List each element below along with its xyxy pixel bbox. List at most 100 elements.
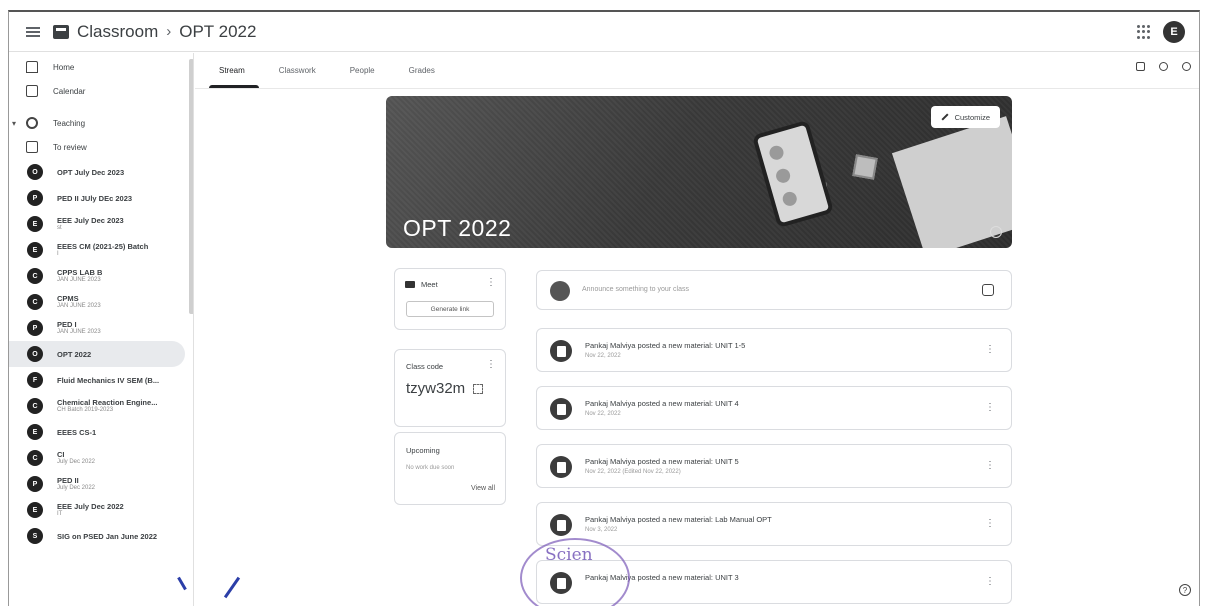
account-avatar[interactable]: E — [1163, 21, 1185, 43]
class-name: CPMS — [57, 293, 79, 303]
more-vert-icon[interactable]: ⋮ — [985, 518, 995, 529]
sidebar-class-item[interactable]: C Chemical Reaction Engine... CH Batch 20… — [9, 393, 193, 419]
class-avatar: E — [27, 216, 43, 232]
class-subtitle: July Dec 2022 — [57, 458, 96, 465]
sidebar-class-item[interactable]: E EEES CS-1 — [9, 419, 193, 445]
class-subtitle: st — [57, 224, 62, 231]
fullscreen-icon[interactable] — [473, 383, 484, 394]
classroom-logo-icon[interactable] — [53, 24, 69, 39]
class-avatar: C — [27, 294, 43, 310]
sidebar-class-item[interactable]: E EEE July Dec 2023st — [9, 211, 193, 237]
more-vert-icon[interactable]: ⋮ — [985, 344, 995, 355]
post-title[interactable]: Pankaj Malviya posted a new material: UN… — [585, 341, 745, 350]
tab-people[interactable]: People — [340, 58, 385, 88]
sidebar-class-item[interactable]: C CI July Dec 2022 — [9, 445, 193, 471]
generate-link-button[interactable]: Generate link — [406, 301, 494, 317]
class-name: PED II JUly DEc 2023 — [57, 193, 133, 203]
calendar-icon — [26, 85, 38, 97]
sidebar-item-label: Home — [53, 62, 75, 72]
calendar-icon[interactable] — [1136, 62, 1145, 71]
breadcrumb-app[interactable]: Classroom — [77, 22, 158, 42]
class-avatar: C — [27, 268, 43, 284]
meet-card: Meet ⋮ Generate link — [394, 268, 506, 330]
video-camera-icon — [405, 281, 415, 288]
material-icon — [550, 456, 572, 478]
stream-post[interactable]: Pankaj Malviya posted a new material: La… — [536, 502, 1012, 546]
announce-box[interactable]: Announce something to your class — [536, 270, 1012, 310]
class-name: Fluid Mechanics IV SEM (B... — [57, 375, 160, 385]
post-date: Nov 22, 2022 — [585, 353, 621, 359]
meet-label: Meet — [421, 280, 438, 289]
breadcrumb-class: OPT 2022 — [179, 21, 257, 41]
sidebar-item-calendar[interactable]: Calendar — [9, 79, 193, 103]
upcoming-title: Upcoming — [406, 446, 440, 455]
tab-grades[interactable]: Grades — [399, 58, 445, 88]
sidebar-item-teaching[interactable]: ▾ Teaching — [9, 111, 193, 135]
help-icon[interactable]: ? — [1179, 584, 1191, 596]
tab-stream[interactable]: Stream — [209, 58, 259, 88]
class-avatar: P — [27, 476, 43, 492]
post-title[interactable]: Pankaj Malviya posted a new material: La… — [585, 515, 772, 524]
post-date: Nov 22, 2022 — [585, 411, 621, 417]
sidebar-item-label: To review — [53, 142, 87, 152]
sidebar: Home Calendar ▾ Teaching To review O OPT… — [9, 53, 194, 606]
stream-post[interactable]: Pankaj Malviya posted a new material: UN… — [536, 328, 1012, 372]
class-name: PED II — [57, 475, 79, 485]
class-avatar: S — [27, 528, 43, 544]
post-title[interactable]: Pankaj Malviya posted a new material: UN… — [585, 457, 739, 466]
ink-stamp-text: Scien — [545, 545, 593, 565]
view-all-link[interactable]: View all — [471, 485, 495, 492]
class-subtitle: JAN JUNE 2023 — [57, 328, 101, 335]
class-tabs: Stream Classwork People Grades — [209, 58, 459, 88]
chevron-down-icon[interactable]: ▾ — [12, 119, 16, 128]
customize-label: Customize — [954, 112, 990, 122]
tab-classwork[interactable]: Classwork — [269, 58, 326, 88]
class-avatar: P — [27, 190, 43, 206]
sidebar-class-item[interactable]: P PED II JUly DEc 2023 — [9, 185, 193, 211]
sidebar-class-item[interactable]: E EEES CM (2021-25) Batch I — [9, 237, 193, 263]
main-menu-icon[interactable] — [26, 26, 40, 37]
class-name: SIG on PSED Jan June 2022 — [57, 531, 158, 541]
class-name: EEE July Dec 2023 — [57, 215, 124, 225]
sidebar-item-home[interactable]: Home — [9, 55, 193, 79]
customize-button[interactable]: Customize — [930, 106, 1000, 128]
banner-illustration-phone — [751, 119, 835, 229]
sidebar-item-label: Calendar — [53, 86, 86, 96]
stream-post[interactable]: Pankaj Malviya posted a new material: UN… — [536, 386, 1012, 430]
class-banner: OPT 2022 Customize — [386, 96, 1012, 248]
google-apps-icon[interactable] — [1137, 25, 1151, 39]
drive-folder-icon[interactable] — [1159, 62, 1168, 71]
more-vert-icon[interactable]: ⋮ — [486, 277, 496, 288]
sidebar-class-item[interactable]: F Fluid Mechanics IV SEM (B... — [9, 367, 193, 393]
banner-illustration-photo — [852, 154, 878, 180]
announce-placeholder[interactable]: Announce something to your class — [582, 286, 689, 293]
sidebar-class-item[interactable]: S SIG on PSED Jan June 2022 — [9, 523, 193, 549]
sidebar-class-item-selected[interactable]: O OPT 2022 — [9, 341, 185, 367]
class-name: CPPS LAB B — [57, 267, 103, 277]
sidebar-class-item[interactable]: E EEE July Dec 2022 IT — [9, 497, 193, 523]
more-vert-icon[interactable]: ⋮ — [985, 576, 995, 587]
repost-icon[interactable] — [982, 284, 994, 296]
sidebar-class-item[interactable]: C CPMS JAN JUNE 2023 — [9, 289, 193, 315]
info-icon[interactable] — [990, 226, 1002, 238]
more-vert-icon[interactable]: ⋮ — [985, 460, 995, 471]
post-title[interactable]: Pankaj Malviya posted a new material: UN… — [585, 399, 739, 408]
class-name: EEES CS-1 — [57, 427, 97, 437]
class-code-label: Class code — [406, 362, 444, 371]
more-vert-icon[interactable]: ⋮ — [486, 359, 496, 370]
sidebar-item-to-review[interactable]: To review — [9, 135, 193, 159]
settings-icon[interactable] — [1182, 62, 1191, 71]
stream-post[interactable]: Pankaj Malviya posted a new material: UN… — [536, 444, 1012, 488]
sidebar-class-item[interactable]: P PED II July Dec 2022 — [9, 471, 193, 497]
upcoming-card: Upcoming No work due soon View all — [394, 432, 506, 505]
pencil-icon — [941, 113, 949, 121]
more-vert-icon[interactable]: ⋮ — [985, 402, 995, 413]
sidebar-class-item[interactable]: O OPT July Dec 2023 — [9, 159, 193, 185]
sidebar-class-item[interactable]: P PED I JAN JUNE 2023 — [9, 315, 193, 341]
class-subtitle: JAN JUNE 2023 — [57, 276, 101, 283]
sidebar-class-item[interactable]: C CPPS LAB B JAN JUNE 2023 — [9, 263, 193, 289]
class-avatar: F — [27, 372, 43, 388]
class-name: Chemical Reaction Engine... — [57, 397, 158, 407]
tabs-divider — [195, 88, 1199, 89]
class-name: EEE July Dec 2022 — [57, 501, 124, 511]
